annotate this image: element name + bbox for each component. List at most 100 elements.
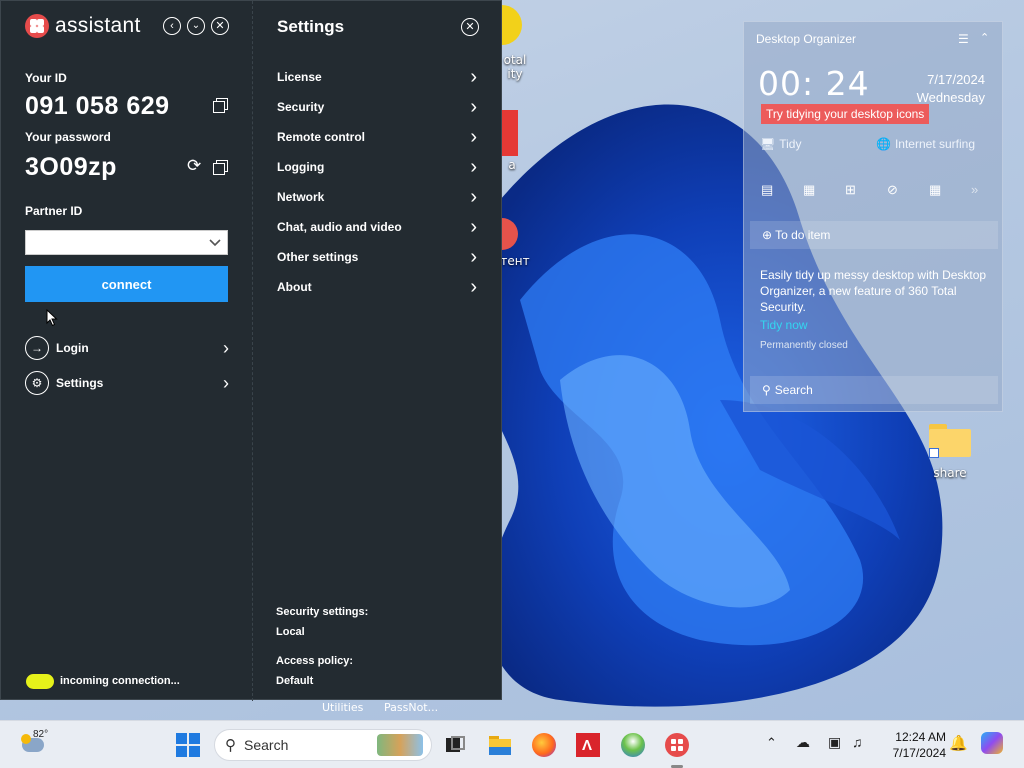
globe-icon: 🌐 [876, 137, 891, 151]
settings-item-remote-control[interactable]: Remote control › [277, 126, 477, 148]
folder-icon [929, 424, 971, 458]
chevron-left-icon: ‹ [170, 19, 174, 32]
status-text: incoming connection... [60, 675, 180, 687]
tidy-now-link[interactable]: Tidy now [760, 318, 808, 332]
chevron-right-icon: › [223, 373, 229, 393]
partner-id-input[interactable] [25, 230, 228, 255]
hide-icon[interactable]: ⊘ [887, 182, 903, 197]
settings-item-other-settings[interactable]: Other settings › [277, 246, 477, 268]
start-button[interactable] [176, 733, 200, 757]
taskbar: 82° ⚲ Search Λ ⌃ ☁ ▣ ♫ 12:24 AM 7/17/202… [0, 720, 1024, 768]
password-value[interactable]: 3O09zp [25, 153, 117, 182]
internet-surfing-button[interactable]: 🌐 Internet surfing [876, 137, 975, 151]
todo-input[interactable]: ⊕ To do item [750, 221, 998, 249]
close-button[interactable]: ✕ [211, 17, 229, 35]
settings-panel: Settings ✕ License › Security › Remote con… [252, 1, 502, 701]
chevron-up-icon[interactable]: ⌃ [980, 31, 989, 44]
sidebar-item-login[interactable]: → Login › [25, 335, 229, 361]
window-controls: ‹ ⌄ ✕ [163, 17, 229, 35]
display-icon[interactable]: ▣ [828, 734, 841, 751]
organizer-search-input[interactable]: ⚲ Search [750, 376, 998, 404]
monitor-icon: 🖥 [760, 137, 776, 151]
settings-item-license[interactable]: License › [277, 66, 477, 88]
360-security-icon[interactable] [621, 733, 645, 757]
organizer-tip[interactable]: Try tidying your desktop icons [761, 104, 930, 124]
crop-icon[interactable]: ⊞ [845, 182, 861, 197]
chevron-right-icon: › [470, 156, 477, 178]
menu-icon[interactable]: ☰ [958, 32, 969, 46]
copy-password-icon[interactable] [213, 160, 228, 175]
chevron-right-icon: › [470, 96, 477, 118]
main-panel: assistant ‹ ⌄ ✕ Your ID 091 058 629 Your… [1, 1, 252, 701]
settings-item-security[interactable]: Security › [277, 96, 477, 118]
file-explorer-icon[interactable] [488, 733, 512, 757]
app-icon [502, 110, 518, 156]
settings-item-about[interactable]: About › [277, 276, 477, 298]
antivirus-icon[interactable]: Λ [576, 733, 600, 757]
sidebar-item-label: Settings [56, 376, 104, 390]
back-button[interactable]: ‹ [163, 17, 181, 35]
minimize-button[interactable]: ⌄ [187, 17, 205, 35]
sound-muted-icon[interactable]: ♫ [852, 734, 863, 750]
access-policy-label: Access policy: [276, 655, 354, 667]
your-id-value[interactable]: 091 058 629 [25, 92, 170, 121]
organizer-date: 7/17/2024 [927, 72, 985, 87]
chevron-right-icon: › [223, 338, 229, 358]
sidebar-item-settings[interactable]: ⚙ Settings › [25, 370, 229, 396]
organizer-time: 00: 24 [758, 64, 870, 103]
sun-icon [21, 734, 31, 744]
desktop-icon-label: share [933, 466, 967, 480]
search-icon: ⚲ [762, 383, 771, 397]
taskbar-search[interactable]: ⚲ Search [214, 729, 432, 761]
permanently-closed-link[interactable]: Permanently closed [760, 340, 848, 351]
close-icon: ✕ [465, 20, 475, 33]
copilot-icon[interactable] [981, 732, 1003, 754]
assistant-window: assistant ‹ ⌄ ✕ Your ID 091 058 629 Your… [0, 0, 502, 701]
chevron-right-icon: › [470, 216, 477, 238]
temperature: 82° [33, 729, 49, 740]
app-name: assistant [55, 14, 141, 37]
chevron-up-icon[interactable]: ⌃ [766, 735, 777, 751]
settings-item-logging[interactable]: Logging › [277, 156, 477, 178]
organizer-day: Wednesday [916, 90, 985, 105]
settings-item-network[interactable]: Network › [277, 186, 477, 208]
add-icon: ⊕ [762, 228, 773, 242]
document-icon[interactable]: ▦ [803, 182, 819, 197]
search-highlight-icon [377, 734, 423, 756]
desktop-organizer-widget: Desktop Organizer ☰ ⌃ 00: 24 7/17/2024 W… [743, 21, 1003, 412]
more-icon[interactable]: » [971, 182, 987, 197]
close-icon: ✕ [215, 19, 225, 32]
refresh-password-icon[interactable]: ⟳ [187, 156, 201, 176]
assistant-taskbar-icon[interactable] [665, 733, 689, 757]
desktop-icon-label: otal ity [503, 53, 527, 81]
access-policy-value: Default [276, 675, 314, 687]
chevron-down-icon[interactable] [209, 236, 221, 248]
taskbar-clock[interactable]: 12:24 AM 7/17/2024 [880, 729, 946, 761]
chevron-down-icon: ⌄ [191, 20, 201, 31]
security-settings-value: Local [276, 626, 305, 638]
login-icon: → [25, 336, 49, 360]
organizer-title: Desktop Organizer [756, 32, 857, 46]
desktop-icon-app[interactable]: a [502, 110, 522, 172]
firefox-icon[interactable] [532, 733, 556, 757]
app-icon [500, 218, 518, 250]
connect-button[interactable]: connect [25, 266, 228, 302]
network-off-icon[interactable]: ☁ [796, 734, 810, 751]
task-view-icon[interactable] [443, 733, 467, 757]
settings-close-button[interactable]: ✕ [461, 18, 479, 36]
desktop-icon-share[interactable]: share [926, 424, 974, 480]
copy-id-icon[interactable] [213, 98, 228, 113]
settings-item-chat-audio-video[interactable]: Chat, audio and video › [277, 216, 477, 238]
desktop-icon-app[interactable]: тент [500, 218, 530, 268]
chevron-right-icon: › [470, 276, 477, 298]
your-id-label: Your ID [25, 71, 67, 85]
search-icon: ⚲ [225, 737, 236, 754]
assistant-logo-icon [25, 14, 49, 38]
tidy-button[interactable]: 🖥 Tidy [760, 137, 801, 151]
desktop-icon-label: тент [500, 254, 530, 268]
desktop-icon-360[interactable]: otal ity [500, 5, 530, 81]
drive-icon[interactable]: ▤ [761, 182, 777, 197]
notification-bell-icon[interactable]: 🔔 [949, 734, 968, 752]
calculator-icon[interactable]: ▦ [929, 182, 945, 197]
desktop-icon-label: Utilities [322, 701, 364, 714]
